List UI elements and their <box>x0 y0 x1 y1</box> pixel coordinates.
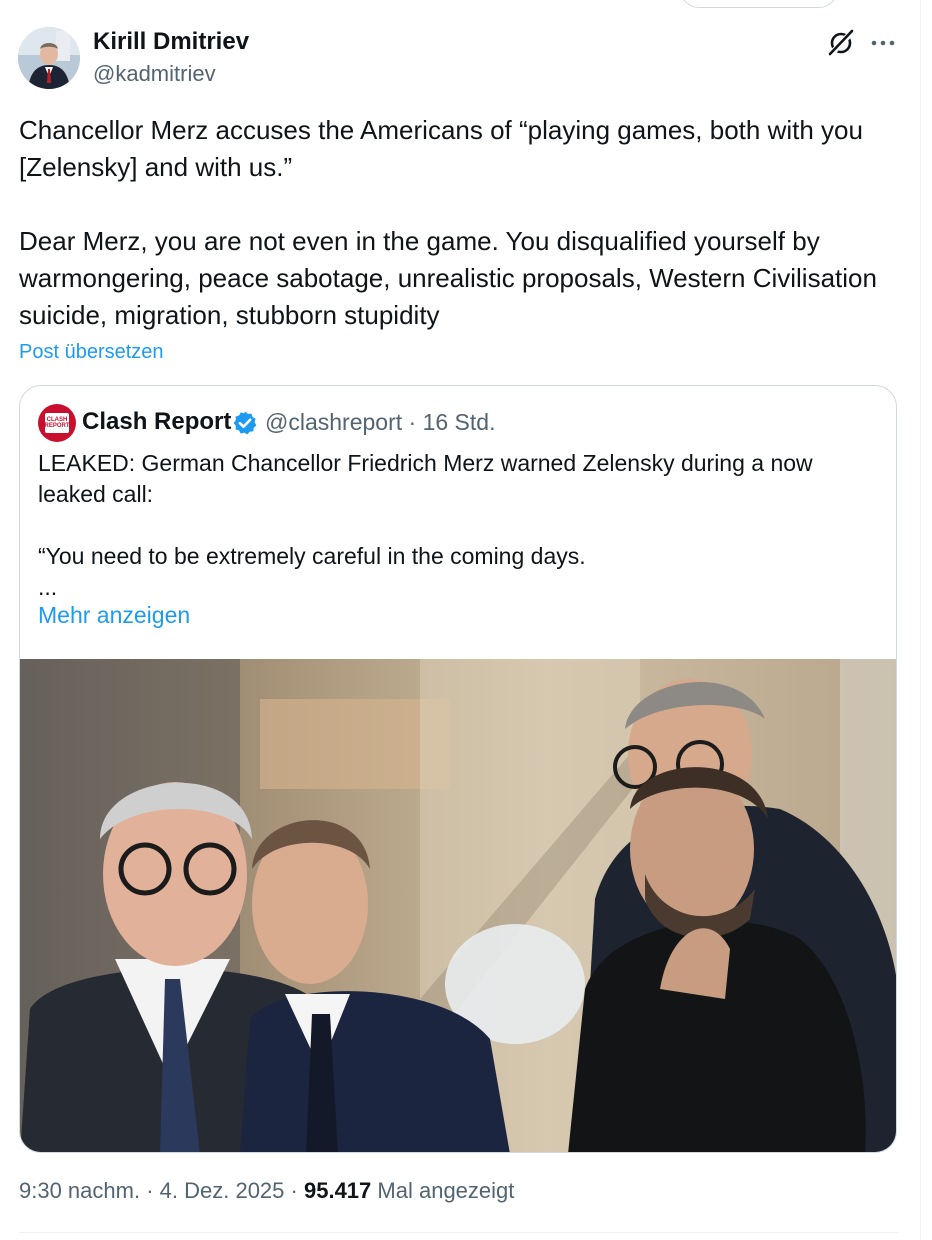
tweet-date[interactable]: 4. Dez. 2025 <box>160 1178 285 1203</box>
top-follow-pill[interactable] <box>680 0 838 8</box>
quoted-meta: @clashreport · 16 Std. <box>265 409 495 436</box>
show-more-link[interactable]: Mehr anzeigen <box>38 602 190 629</box>
view-count: 95.417 <box>303 1178 372 1203</box>
quoted-line-1: LEAKED: German Chancellor Friedrich Merz… <box>38 450 813 507</box>
right-divider <box>920 0 921 1240</box>
grok-icon[interactable] <box>826 28 856 58</box>
meta-separator-2: · <box>290 1178 298 1203</box>
quoted-author-name[interactable]: Clash Report <box>82 408 231 436</box>
quoted-avatar-logo: CLASH REPORT <box>45 413 70 433</box>
tweet-paragraph-2: Dear Merz, you are not even in the game.… <box>19 226 877 330</box>
verified-badge-icon <box>233 411 257 435</box>
bottom-divider <box>19 1232 899 1233</box>
tweet-meta: 9:30 nachm. · 4. Dez. 2025 · 95.417 Mal … <box>19 1178 514 1204</box>
tweet-paragraph-1: Chancellor Merz accuses the Americans of… <box>19 115 863 182</box>
quoted-line-2: “You need to be extremely careful in the… <box>38 543 586 569</box>
views-label: Mal angezeigt <box>377 1178 515 1203</box>
quoted-time[interactable]: 16 Std. <box>423 409 496 435</box>
meta-separator-1: · <box>146 1178 154 1203</box>
translate-post-link[interactable]: Post übersetzen <box>19 341 164 364</box>
quoted-tweet-text: LEAKED: German Chancellor Friedrich Merz… <box>38 448 878 603</box>
author-avatar[interactable] <box>18 27 80 89</box>
quoted-author-handle[interactable]: @clashreport <box>265 409 402 435</box>
tweet-text: Chancellor Merz accuses the Americans of… <box>19 112 899 334</box>
quoted-line-3: ... <box>38 574 58 600</box>
quoted-photo[interactable] <box>20 659 897 1153</box>
more-icon[interactable] <box>870 30 896 56</box>
quoted-tweet-card[interactable]: CLASH REPORT Clash Report @clashreport ·… <box>19 385 897 1153</box>
quoted-author-avatar[interactable]: CLASH REPORT <box>38 404 76 442</box>
quoted-meta-separator: · <box>408 409 417 435</box>
tweet-time[interactable]: 9:30 nachm. <box>19 1178 140 1203</box>
author-name[interactable]: Kirill Dmitriev <box>93 28 249 56</box>
author-handle[interactable]: @kadmitriev <box>93 61 216 87</box>
author-avatar-image <box>18 27 80 89</box>
